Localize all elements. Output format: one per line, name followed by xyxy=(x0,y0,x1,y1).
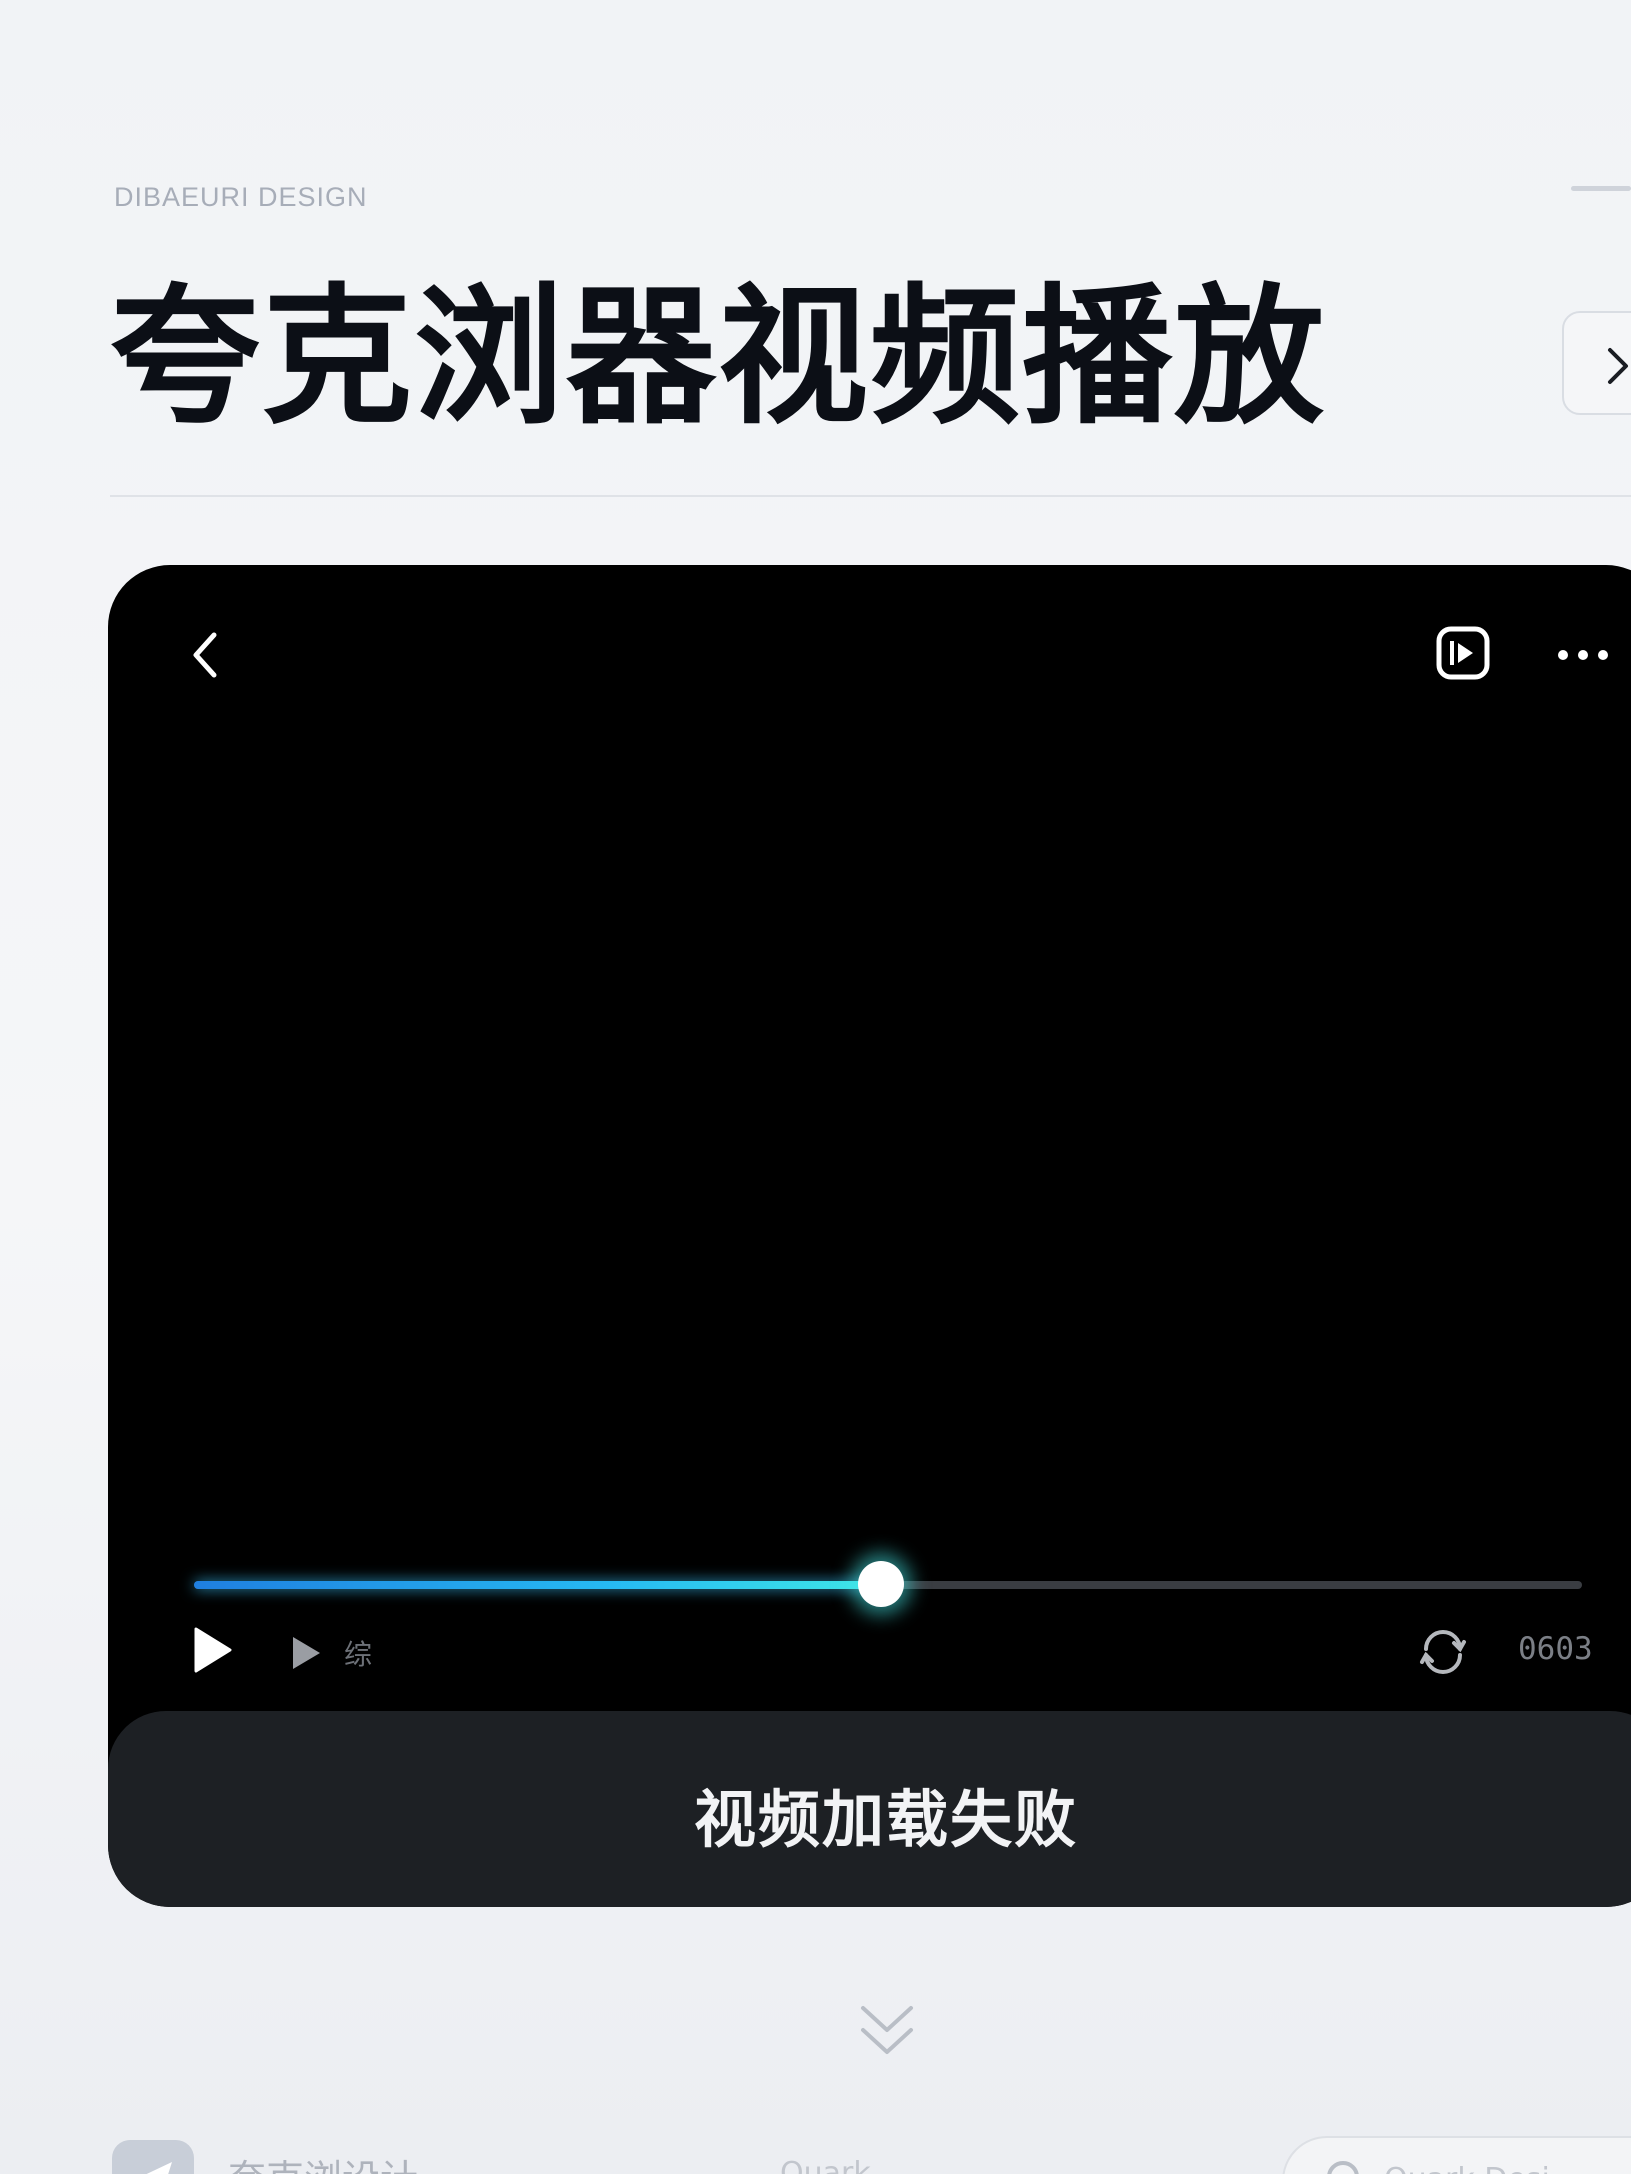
footer-logo[interactable] xyxy=(112,2140,194,2174)
footer-center-text: Quark ... xyxy=(780,2156,909,2174)
footer-search-input[interactable]: Quark Desi... xyxy=(1282,2136,1631,2174)
page-title: 夸克浏器视频播放 xyxy=(110,271,1327,445)
search-placeholder: Quark Desi... xyxy=(1384,2162,1578,2174)
more-horizontal-icon[interactable] xyxy=(1548,625,1618,685)
chevron-left-icon[interactable] xyxy=(178,625,238,685)
search-icon xyxy=(1327,2161,1359,2174)
error-message: 视频加载失败 xyxy=(694,1783,1079,1856)
play-icon[interactable] xyxy=(190,1625,234,1675)
footer-brand[interactable]: 夸克浏设计 xyxy=(228,2148,418,2174)
error-banner: 视频加载失败 xyxy=(108,1711,1631,1907)
progress-fill xyxy=(194,1581,882,1589)
progress-thumb[interactable] xyxy=(858,1561,905,1607)
next-button[interactable] xyxy=(1562,311,1631,415)
page: DIBAEURI DESIGN 夸克浏器视频播放 综 0603 视频加载失败 Q… xyxy=(0,0,1631,2174)
double-chevron-down-icon[interactable] xyxy=(857,2000,917,2060)
cast-icon[interactable] xyxy=(1433,623,1493,683)
send-icon xyxy=(146,2162,172,2174)
chevron-right-icon xyxy=(1608,348,1628,384)
play-small-icon[interactable] xyxy=(288,1633,324,1673)
brand-label: DIBAEURI DESIGN xyxy=(114,182,368,212)
progress-track[interactable] xyxy=(194,1561,1582,1607)
time-label: 0603 xyxy=(1518,1631,1593,1667)
video-player[interactable]: 综 0603 视频加载失败 xyxy=(108,565,1631,1907)
top-dash-decoration xyxy=(1571,186,1631,191)
header-divider xyxy=(110,495,1631,497)
speed-label[interactable]: 综 xyxy=(344,1633,372,1673)
loop-icon[interactable] xyxy=(1418,1627,1468,1677)
